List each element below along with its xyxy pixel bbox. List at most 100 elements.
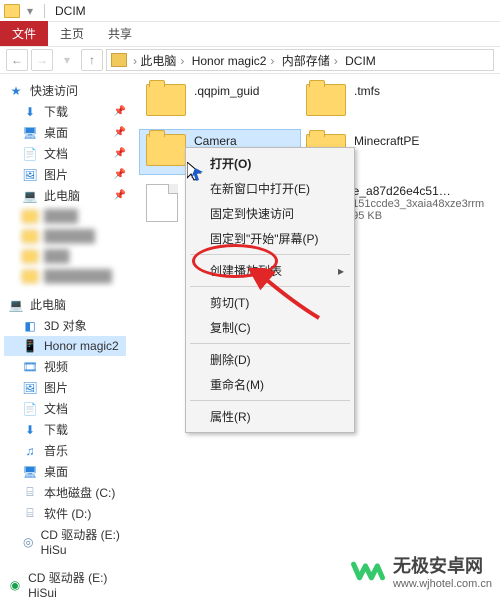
pin-icon: 📌 — [114, 106, 126, 117]
desktop-icon: 🖥 — [22, 464, 38, 480]
watermark-title: 无极安卓网 — [393, 556, 483, 576]
sidebar-item-label: ███ — [44, 249, 70, 263]
sidebar-item-label: 音乐 — [44, 442, 68, 459]
crumb-root[interactable]: 此电脑 — [140, 54, 176, 68]
sidebar-item-label: Honor magic2 — [44, 339, 119, 353]
sidebar-item-phone[interactable]: 📱 Honor magic2 — [4, 336, 126, 356]
breadcrumb[interactable]: › 此电脑› Honor magic2› 内部存储› DCIM — [133, 52, 376, 69]
quick-access-group[interactable]: ★ 快速访问 — [4, 80, 126, 101]
sidebar-item-pictures2[interactable]: 🖼 图片 — [4, 377, 126, 398]
file-tab[interactable]: 文件 — [0, 21, 48, 46]
cd-icon: ◎ — [22, 534, 35, 550]
ctx-separator — [190, 343, 350, 344]
sidebar-item-videos[interactable]: 🎞视频 — [4, 356, 126, 377]
folder-icon — [146, 134, 186, 166]
nav-up-button[interactable]: ↑ — [81, 49, 103, 71]
ctx-delete[interactable]: 删除(D) — [188, 347, 352, 372]
folder-item[interactable]: .tmfs — [300, 80, 460, 124]
sidebar-item-label: 图片 — [44, 379, 68, 396]
nav-back-button[interactable]: ← — [6, 49, 28, 71]
download-icon: ⬇ — [22, 104, 38, 120]
folder-icon — [22, 268, 38, 284]
cd-drive-group[interactable]: ◉CD 驱动器 (E:) HiSui — [4, 567, 126, 598]
title-bar: ▾ DCIM — [0, 0, 500, 22]
sidebar-item-desktop2[interactable]: 🖥桌面 — [4, 461, 126, 482]
sidebar-item-blurred[interactable]: ██████ — [4, 226, 126, 246]
sidebar-item-downloads2[interactable]: ⬇ 下载 — [4, 419, 126, 440]
home-tab[interactable]: 主页 — [48, 21, 96, 46]
nav-history-button[interactable]: ▾ — [56, 49, 78, 71]
share-tab[interactable]: 共享 — [96, 21, 144, 46]
this-pc-label: 此电脑 — [30, 296, 66, 313]
ctx-separator — [190, 254, 350, 255]
sidebar-item-label: 本地磁盘 (C:) — [44, 484, 115, 501]
ctx-properties[interactable]: 属性(R) — [188, 404, 352, 429]
folder-icon — [146, 84, 186, 116]
crumb-storage[interactable]: 内部存储 — [282, 54, 330, 68]
sidebar-item-3d[interactable]: ◧3D 对象 — [4, 315, 126, 336]
ctx-cut[interactable]: 剪切(T) — [188, 290, 352, 315]
sidebar-item-label: 图片 — [44, 166, 68, 183]
ctx-playlist[interactable]: 创建播放列表▸ — [188, 258, 352, 283]
folder-icon — [306, 84, 346, 116]
this-pc-group[interactable]: 💻 此电脑 — [4, 294, 126, 315]
sidebar-item-blurred[interactable]: ████ — [4, 206, 126, 226]
sidebar-item-label: 此电脑 — [44, 187, 80, 204]
sidebar-item-label: CD 驱动器 (E:) HiSu — [41, 526, 126, 557]
sidebar-item-thispc-quick[interactable]: 💻此电脑📌 — [4, 185, 126, 206]
sidebar-item-documents2[interactable]: 📄文档 — [4, 398, 126, 419]
crumb-device[interactable]: Honor magic2 — [192, 54, 267, 68]
navigation-pane: ★ 快速访问 ⬇下载📌 🖥桌面📌 📄文档📌 🖼图片📌 💻此电脑📌 ████ ██… — [0, 74, 130, 598]
sidebar-item-label: 桌面 — [44, 124, 68, 141]
pin-icon: 📌 — [114, 148, 126, 159]
qat-chevron-icon[interactable]: ▾ — [22, 3, 38, 19]
sidebar-item-label: 文档 — [44, 400, 68, 417]
sidebar-item-music[interactable]: ♫ 音乐 — [4, 440, 126, 461]
sidebar-item-desktop[interactable]: 🖥桌面📌 — [4, 122, 126, 143]
sidebar-item-documents[interactable]: 📄文档📌 — [4, 143, 126, 164]
folder-icon — [22, 248, 38, 264]
context-menu: 打开(O) 在新窗口中打开(E) 固定到快速访问 固定到"开始"屏幕(P) 创建… — [185, 147, 355, 433]
address-field[interactable]: › 此电脑› Honor magic2› 内部存储› DCIM — [106, 49, 494, 71]
sidebar-item-label: 文档 — [44, 145, 68, 162]
pictures-icon: 🖼 — [22, 167, 38, 183]
drive-icon: ⌸ — [22, 485, 38, 501]
ctx-open[interactable]: 打开(O) — [188, 151, 352, 176]
sidebar-item-downloads[interactable]: ⬇下载📌 — [4, 101, 126, 122]
ctx-copy[interactable]: 复制(C) — [188, 315, 352, 340]
phone-icon: 📱 — [22, 338, 38, 354]
pin-icon: 📌 — [114, 169, 126, 180]
sidebar-item-drive-d[interactable]: ⌸软件 (D:) — [4, 503, 126, 524]
address-bar: ← → ▾ ↑ › 此电脑› Honor magic2› 内部存储› DCIM — [0, 46, 500, 74]
crumb-folder[interactable]: DCIM — [345, 54, 376, 68]
sidebar-item-label: 下载 — [44, 421, 68, 438]
folder-item[interactable]: .qqpim_guid — [140, 80, 300, 124]
ctx-pin-start[interactable]: 固定到"开始"屏幕(P) — [188, 226, 352, 251]
download-icon: ⬇ — [22, 422, 38, 438]
video-icon: 🎞 — [22, 359, 38, 375]
ctx-open-newwindow[interactable]: 在新窗口中打开(E) — [188, 176, 352, 201]
nav-forward-button[interactable]: → — [31, 49, 53, 71]
music-icon: ♫ — [22, 443, 38, 459]
watermark-url: www.wjhotel.com.cn — [393, 578, 492, 590]
ribbon-tabs: 文件 主页 共享 — [0, 22, 500, 46]
sidebar-item-cd[interactable]: ◎ CD 驱动器 (E:) HiSu — [4, 524, 126, 559]
sidebar-item-drive-c[interactable]: ⌸ 本地磁盘 (C:) — [4, 482, 126, 503]
desktop-icon: 🖥 — [22, 125, 38, 141]
sidebar-item-label: ██████ — [44, 229, 95, 243]
sidebar-item-label: 软件 (D:) — [44, 505, 91, 522]
ctx-rename[interactable]: 重命名(M) — [188, 372, 352, 397]
sidebar-item-pictures[interactable]: 🖼 图片 📌 — [4, 164, 126, 185]
item-label: Camera — [194, 134, 237, 148]
pin-icon: 📌 — [114, 190, 126, 201]
sidebar-item-blurred[interactable]: ████████ — [4, 266, 126, 286]
ctx-separator — [190, 400, 350, 401]
pictures-icon: 🖼 — [22, 380, 38, 396]
sidebar-item-label: ████████ — [44, 269, 112, 283]
sidebar-item-label: ████ — [44, 209, 78, 223]
ctx-pin-quick[interactable]: 固定到快速访问 — [188, 201, 352, 226]
sidebar-item-blurred[interactable]: ███ — [4, 246, 126, 266]
qat-separator — [44, 4, 45, 18]
item-label: MinecraftPE — [354, 134, 419, 148]
chevron-right-icon: ▸ — [338, 264, 344, 278]
